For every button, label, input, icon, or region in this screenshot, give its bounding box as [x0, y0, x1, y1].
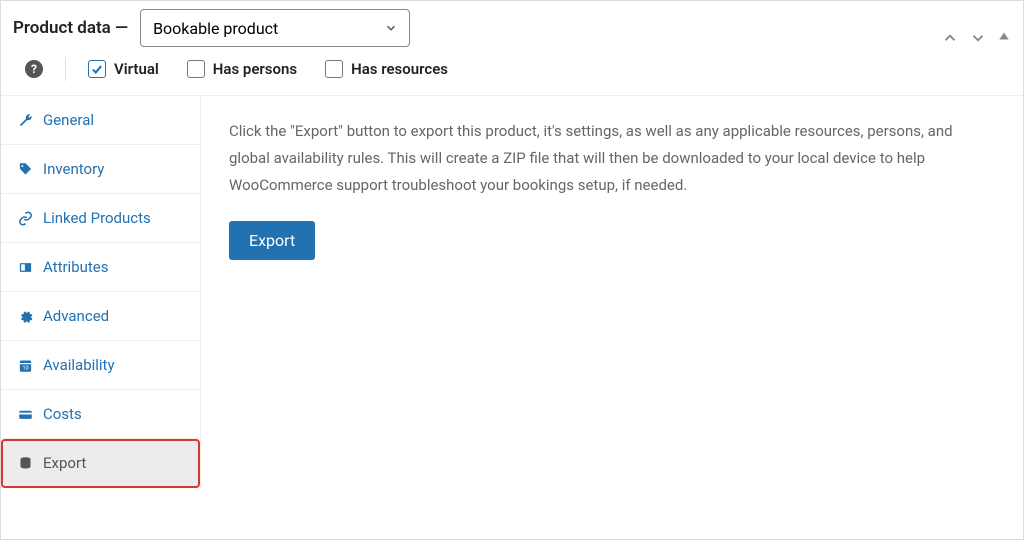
tab-label: Advanced: [43, 307, 109, 325]
tab-availability[interactable]: 10 Availability: [1, 341, 200, 390]
tab-general[interactable]: General: [1, 96, 200, 145]
wrench-icon: [17, 113, 33, 128]
tab-content-export: Click the "Export" button to export this…: [201, 96, 1023, 488]
has-resources-checkbox[interactable]: Has resources: [325, 60, 448, 78]
checkbox-box: [325, 60, 343, 78]
panel-toggle-controls: [941, 29, 1011, 47]
tab-advanced[interactable]: Advanced: [1, 292, 200, 341]
layout-icon: [17, 260, 33, 275]
tab-label: General: [43, 111, 94, 129]
calendar-icon: 10: [17, 358, 33, 373]
export-button[interactable]: Export: [229, 221, 315, 260]
tab-label: Costs: [43, 405, 82, 423]
panel-header: Product data — Bookable product: [1, 1, 1023, 47]
help-icon[interactable]: ?: [25, 60, 43, 78]
move-up-icon[interactable]: [941, 29, 959, 47]
product-data-panel: Product data — Bookable product ?: [0, 0, 1024, 540]
virtual-label: Virtual: [114, 60, 159, 78]
tab-inventory[interactable]: Inventory: [1, 145, 200, 194]
tab-label: Inventory: [43, 160, 104, 178]
divider: [65, 57, 66, 81]
checkbox-box: [88, 60, 106, 78]
tab-attributes[interactable]: Attributes: [1, 243, 200, 292]
move-down-icon[interactable]: [969, 29, 987, 47]
has-persons-label: Has persons: [213, 60, 297, 78]
link-icon: [17, 211, 33, 226]
svg-text:10: 10: [22, 365, 28, 371]
tab-label: Availability: [43, 356, 115, 374]
panel-body: General Inventory Linked Products Attrib…: [1, 96, 1023, 488]
tab-label: Linked Products: [43, 209, 151, 227]
has-resources-label: Has resources: [351, 60, 448, 78]
product-type-wrap: Bookable product: [140, 9, 410, 47]
sidebar: General Inventory Linked Products Attrib…: [1, 96, 201, 488]
tab-linked-products[interactable]: Linked Products: [1, 194, 200, 243]
product-type-select[interactable]: Bookable product: [140, 9, 410, 47]
card-icon: [17, 407, 33, 422]
export-description: Click the "Export" button to export this…: [229, 118, 995, 199]
collapse-icon[interactable]: [997, 29, 1011, 47]
checkbox-box: [187, 60, 205, 78]
tab-export[interactable]: Export: [1, 439, 200, 488]
panel-title: Product data —: [13, 18, 128, 38]
tag-icon: [17, 162, 33, 177]
tab-label: Export: [43, 454, 86, 472]
options-row: ? Virtual Has persons Has resources: [1, 47, 1023, 96]
tab-label: Attributes: [43, 258, 109, 276]
tab-costs[interactable]: Costs: [1, 390, 200, 439]
database-icon: [17, 456, 33, 471]
gear-icon: [17, 309, 33, 324]
has-persons-checkbox[interactable]: Has persons: [187, 60, 297, 78]
virtual-checkbox[interactable]: Virtual: [88, 60, 159, 78]
